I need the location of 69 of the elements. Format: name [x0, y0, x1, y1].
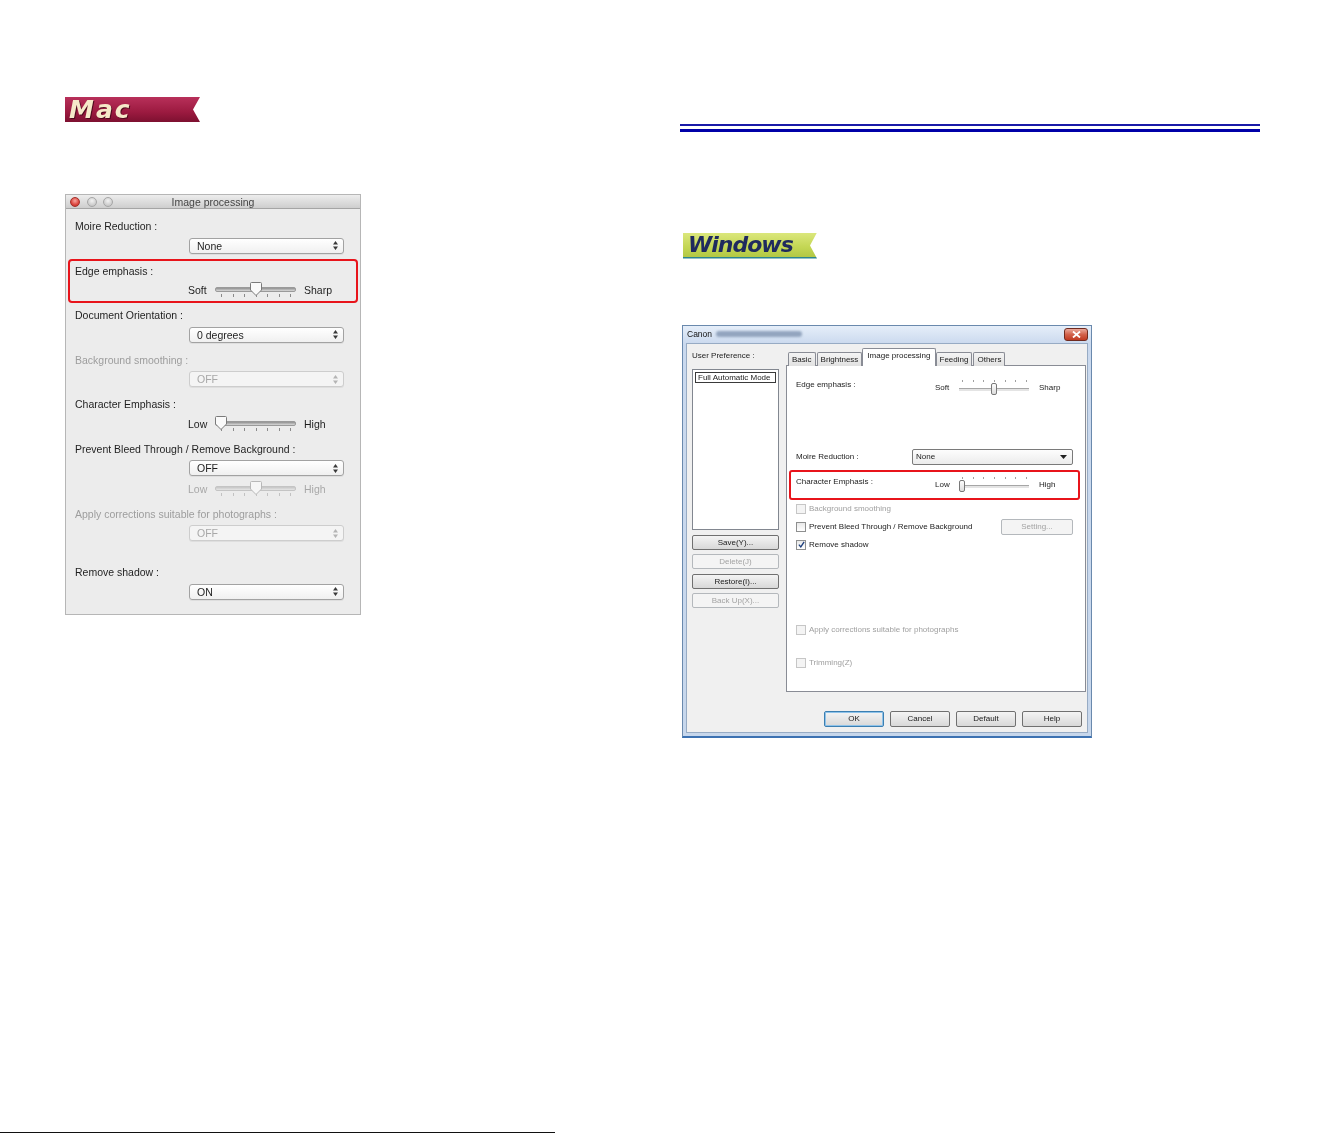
popup-button[interactable]: OFF [189, 460, 344, 476]
checkbox-label: Remove shadow [809, 540, 869, 549]
slider-max-label: Sharp [1039, 383, 1061, 392]
slider-min-label: Low [935, 480, 951, 489]
tab[interactable]: Others [973, 351, 1006, 366]
slider-track[interactable] [959, 377, 1029, 398]
dialog-button[interactable]: Default [956, 710, 1016, 727]
caret-down-icon [1060, 454, 1067, 459]
close-button[interactable] [70, 196, 80, 207]
list-item[interactable]: Full Automatic Mode [695, 371, 776, 383]
setting-label: Apply corrections suitable for photographs : [75, 506, 278, 521]
dropdown[interactable]: None [912, 448, 1073, 465]
slider-max-label: Sharp [304, 284, 333, 296]
slider-thumb[interactable] [215, 415, 227, 430]
preference-button[interactable]: Save(Y)... [692, 534, 779, 550]
setting-label: Document Orientation : [75, 308, 184, 322]
window-title: Image processing [171, 195, 255, 208]
updown-arrows-icon [333, 241, 338, 250]
setting-label: Edge emphasis : [75, 263, 155, 278]
slider-thumb[interactable] [991, 382, 997, 395]
section-banner: Mac [65, 97, 200, 122]
updown-arrows-icon [333, 374, 338, 384]
slider-max-label: High [304, 417, 326, 430]
tab[interactable]: Feeding [935, 351, 973, 366]
checkbox-label: Background smoothing [809, 504, 891, 513]
popup-button[interactable]: 0 degrees [189, 326, 344, 343]
close-icon [1071, 330, 1081, 338]
tab[interactable]: Image processing [862, 347, 936, 366]
checkbox[interactable] [796, 521, 806, 532]
setting-label: Character Emphasis : [75, 397, 177, 411]
section-banner: Windows [683, 232, 817, 259]
tab[interactable]: Brightness [816, 351, 863, 366]
slider-min-label: Low [188, 482, 208, 495]
checkbox-label: Apply corrections suitable for photographs [809, 625, 959, 634]
window-title: Canon [687, 329, 713, 339]
slider-max-label: High [304, 482, 326, 495]
popup-button[interactable]: ON [189, 583, 344, 600]
updown-arrows-icon [333, 463, 338, 473]
dialog-button[interactable]: OK [824, 710, 884, 727]
slider-min-label: Low [188, 417, 208, 430]
setting-label: Remove shadow : [75, 565, 161, 579]
setting-label: Moire Reduction : [796, 451, 860, 462]
setting-label: Prevent Bleed Through / Remove Background : [75, 441, 297, 456]
dialog-button[interactable]: Help [1022, 710, 1082, 727]
slider-thumb[interactable] [959, 479, 965, 492]
slider-track[interactable] [215, 282, 296, 298]
setting-label: Moire Reduction : [75, 219, 159, 233]
tab[interactable]: Basic [788, 351, 816, 366]
checkbox[interactable] [796, 539, 806, 550]
slider-thumb[interactable] [249, 282, 262, 296]
dialog-button[interactable]: Cancel [890, 710, 950, 727]
checkbox-label: Prevent Bleed Through / Remove Background [809, 522, 973, 531]
updown-arrows-icon [333, 528, 338, 538]
setting-label: Edge emphasis : [796, 379, 857, 390]
checkmark-icon [797, 541, 805, 548]
setting-label: Background smoothing : [75, 352, 190, 367]
slider-min-label: Soft [188, 284, 208, 296]
slider-track[interactable] [215, 415, 296, 432]
updown-arrows-icon [333, 330, 338, 339]
preference-button[interactable]: Restore(I)... [692, 573, 779, 589]
setting-label: User Preference : [692, 350, 756, 361]
setting-label: Character Emphasis : [796, 476, 874, 487]
checkbox-label: Trimming(Z) [809, 658, 853, 667]
slider-max-label: High [1039, 480, 1056, 489]
slider-min-label: Soft [935, 383, 951, 392]
popup-button[interactable]: None [189, 237, 344, 254]
slider-track[interactable] [959, 474, 1029, 495]
close-button[interactable] [1064, 327, 1088, 341]
updown-arrows-icon [333, 587, 338, 596]
